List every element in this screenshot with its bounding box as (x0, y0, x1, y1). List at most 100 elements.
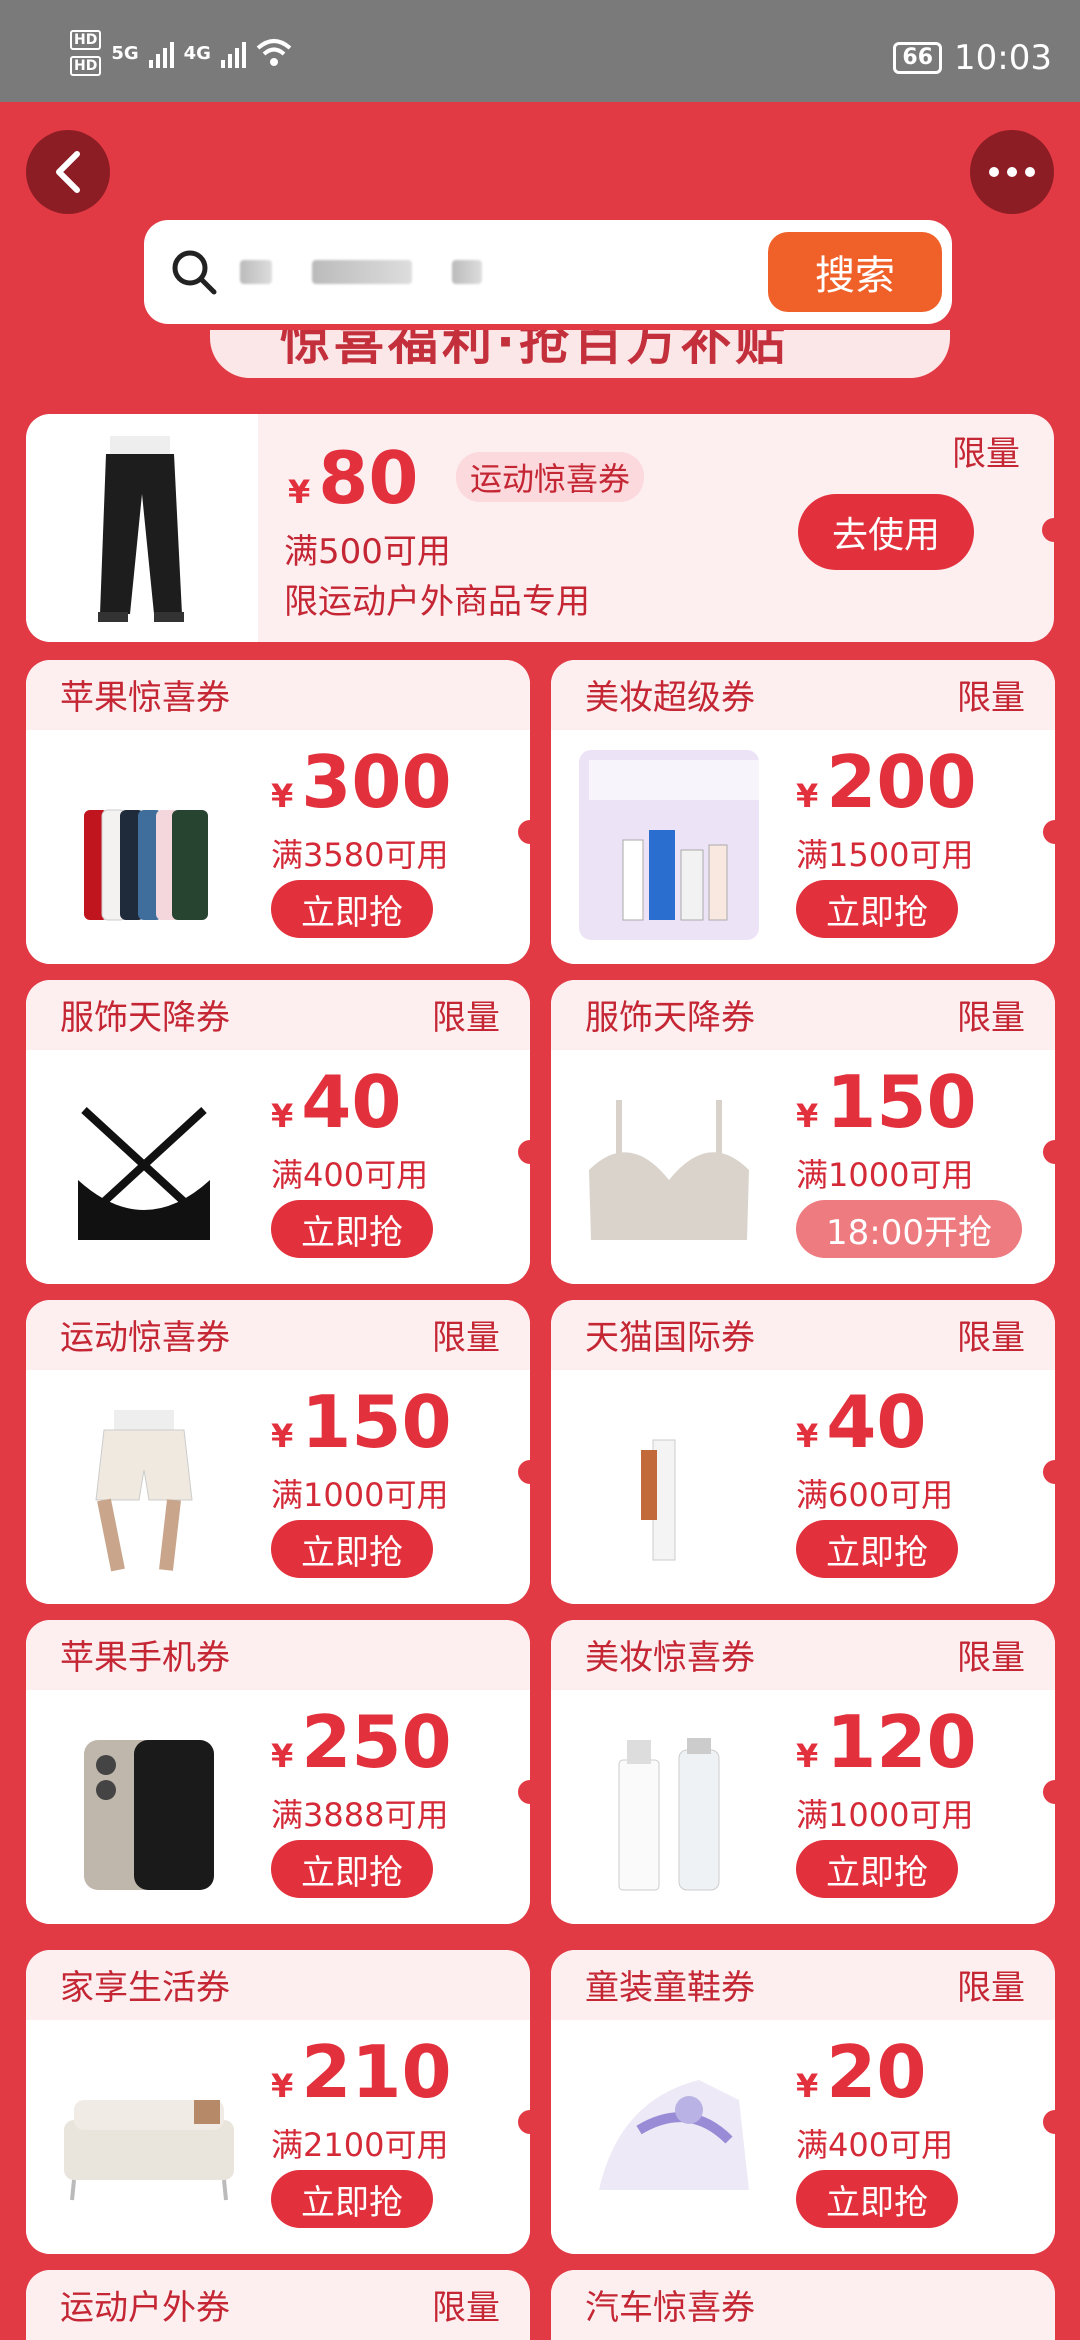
coupon-amount: 20 (826, 2030, 927, 2114)
status-icons-left: HD HD 5G 4G (70, 30, 292, 76)
grab-button[interactable]: 立即抢 (271, 1200, 433, 1258)
signal-icon-2 (220, 38, 246, 68)
use-button[interactable]: 去使用 (798, 494, 974, 570)
coupon-card-header: 服饰天降券 限量 (26, 980, 530, 1050)
grab-button[interactable]: 立即抢 (796, 1840, 958, 1898)
coupon-condition: 满1000可用 (271, 1476, 449, 1514)
coupon-card-header: 运动户外券 限量 (26, 2270, 530, 2340)
hd2-badge: HD (70, 56, 102, 76)
currency-symbol: ¥ (288, 473, 311, 511)
coupon-tag: 运动惊喜券 (456, 452, 645, 502)
coupon-card[interactable]: 运动户外券 限量 (26, 2270, 530, 2340)
coupon-condition: 满600可用 (796, 1476, 954, 1514)
coupon-card-body: ¥150 满1000可用 18:00开抢 (551, 1050, 1055, 1284)
coupon-card[interactable]: 服饰天降券 限量 ¥40 满400可用 立即抢 (26, 980, 530, 1284)
status-icons-right: 66 10:03 (893, 38, 1052, 78)
coupon-title: 苹果惊喜券 (60, 678, 230, 718)
coupon-card[interactable]: 苹果手机券 ¥250 满3888可用 立即抢 (26, 1620, 530, 1924)
coupon-card-header: 天猫国际券 限量 (551, 1300, 1055, 1370)
grab-button[interactable]: 立即抢 (271, 1840, 433, 1898)
coupon-card-header: 美妆惊喜券 限量 (551, 1620, 1055, 1690)
coupon-condition: 满500可用 (284, 532, 451, 572)
coupon-condition: 满3580可用 (271, 836, 449, 874)
limited-label: 限量 (957, 1968, 1025, 2008)
coupon-card[interactable]: 童装童鞋券 限量 ¥20 满400可用 立即抢 (551, 1950, 1055, 2254)
pants-image (98, 436, 184, 622)
product-image (54, 1390, 234, 1580)
battery-icon: 66 (893, 42, 943, 74)
signal-icon (148, 38, 174, 68)
product-image (54, 2040, 234, 2230)
coupon-card[interactable]: 运动惊喜券 限量 ¥150 满1000可用立即抢 (26, 1300, 530, 1604)
card-notch (1042, 518, 1054, 542)
coupon-condition: 满400可用 (271, 1156, 429, 1194)
coupon-card-body: ¥250 满3888可用 立即抢 (26, 1690, 530, 1924)
featured-coupon[interactable]: ¥80 运动惊喜券 满500可用 限运动户外商品专用 限量 去使用 (26, 414, 1054, 642)
coupon-card[interactable]: 天猫国际券 限量 ¥40 满600可用 立即抢 (551, 1300, 1055, 1604)
coupon-card-header: 运动惊喜券 限量 (26, 1300, 530, 1370)
coupon-title: 服饰天降券 (585, 998, 755, 1038)
wifi-icon (256, 39, 292, 66)
coupon-title: 美妆超级券 (585, 678, 755, 718)
coupon-title: 运动惊喜券 (60, 1318, 230, 1358)
grab-button[interactable]: 18:00开抢 (796, 1200, 1022, 1258)
coupon-amount: 120 (826, 1700, 977, 1784)
limited-label: 限量 (432, 998, 500, 1038)
coupon-condition: 满1500可用 (796, 836, 974, 874)
coupon-title: 天猫国际券 (585, 1318, 755, 1358)
coupon-card[interactable]: 美妆惊喜券 限量 ¥120 满1000可用 立即抢 (551, 1620, 1055, 1924)
coupon-amount: 150 (301, 1380, 452, 1464)
coupon-amount: 80 (318, 436, 419, 520)
chevron-left-icon (56, 151, 80, 193)
product-image (54, 750, 234, 940)
promo-banner: 惊喜福利·抢百万补贴 (210, 330, 950, 378)
product-image (579, 1710, 759, 1900)
coupon-card-body: ¥120 满1000可用 立即抢 (551, 1690, 1055, 1924)
grab-button[interactable]: 立即抢 (271, 1520, 433, 1578)
product-image (26, 414, 258, 642)
coupon-condition: 满1000可用 (796, 1796, 974, 1834)
search-input[interactable] (240, 260, 482, 284)
coupon-card[interactable]: 美妆超级券 限量 ¥200 满1500可用 立即抢 (551, 660, 1055, 964)
grab-button[interactable]: 立即抢 (271, 880, 433, 938)
coupon-card[interactable]: 家享生活券 ¥210 满2100可用 立即抢 (26, 1950, 530, 2254)
product-image (579, 1390, 759, 1580)
limited-label: 限量 (957, 678, 1025, 718)
search-icon (172, 250, 217, 295)
coupon-amount: 250 (301, 1700, 452, 1784)
coupon-title: 苹果手机券 (60, 1638, 230, 1678)
coupon-title: 美妆惊喜券 (585, 1638, 755, 1678)
coupon-card-body: ¥40 满400可用 立即抢 (26, 1050, 530, 1284)
hd1-badge: HD (70, 30, 102, 50)
grab-button[interactable]: 立即抢 (271, 2170, 433, 2228)
coupon-card[interactable]: 汽车惊喜券 (551, 2270, 1055, 2340)
limited-label: 限量 (957, 998, 1025, 1038)
currency-symbol: ¥ (271, 1737, 294, 1775)
product-image (54, 1710, 234, 1900)
limited-label: 限量 (432, 1318, 500, 1358)
currency-symbol: ¥ (796, 2067, 819, 2105)
coupon-scope: 限运动户外商品专用 (284, 582, 590, 622)
coupon-card-body: ¥40 满600可用 立即抢 (551, 1370, 1055, 1604)
coupon-card[interactable]: 服饰天降券 限量 ¥150 满1000可用 18:00开抢 (551, 980, 1055, 1284)
dot-icon (989, 167, 999, 177)
coupon-title: 家享生活券 (60, 1968, 230, 2008)
currency-symbol: ¥ (271, 2067, 294, 2105)
grab-button[interactable]: 立即抢 (796, 880, 958, 938)
coupon-condition: 满400可用 (796, 2126, 954, 2164)
search-bar[interactable]: 搜索 (144, 220, 952, 324)
coupon-card-body: ¥210 满2100可用 立即抢 (26, 2020, 530, 2254)
coupon-title: 汽车惊喜券 (585, 2288, 755, 2328)
grab-button[interactable]: 立即抢 (796, 2170, 958, 2228)
coupon-card-body: ¥300 满3580可用 立即抢 (26, 730, 530, 964)
search-button[interactable]: 搜索 (768, 232, 942, 312)
coupon-card[interactable]: 苹果惊喜券 ¥300 满3580可用 立即抢 (26, 660, 530, 964)
net2-label: 4G (183, 42, 211, 64)
currency-symbol: ¥ (796, 1417, 819, 1455)
currency-symbol: ¥ (271, 1417, 294, 1455)
currency-symbol: ¥ (796, 777, 819, 815)
grab-button[interactable]: 立即抢 (796, 1520, 958, 1578)
more-button[interactable] (970, 130, 1054, 214)
back-button[interactable] (26, 130, 110, 214)
product-image (579, 1070, 759, 1260)
